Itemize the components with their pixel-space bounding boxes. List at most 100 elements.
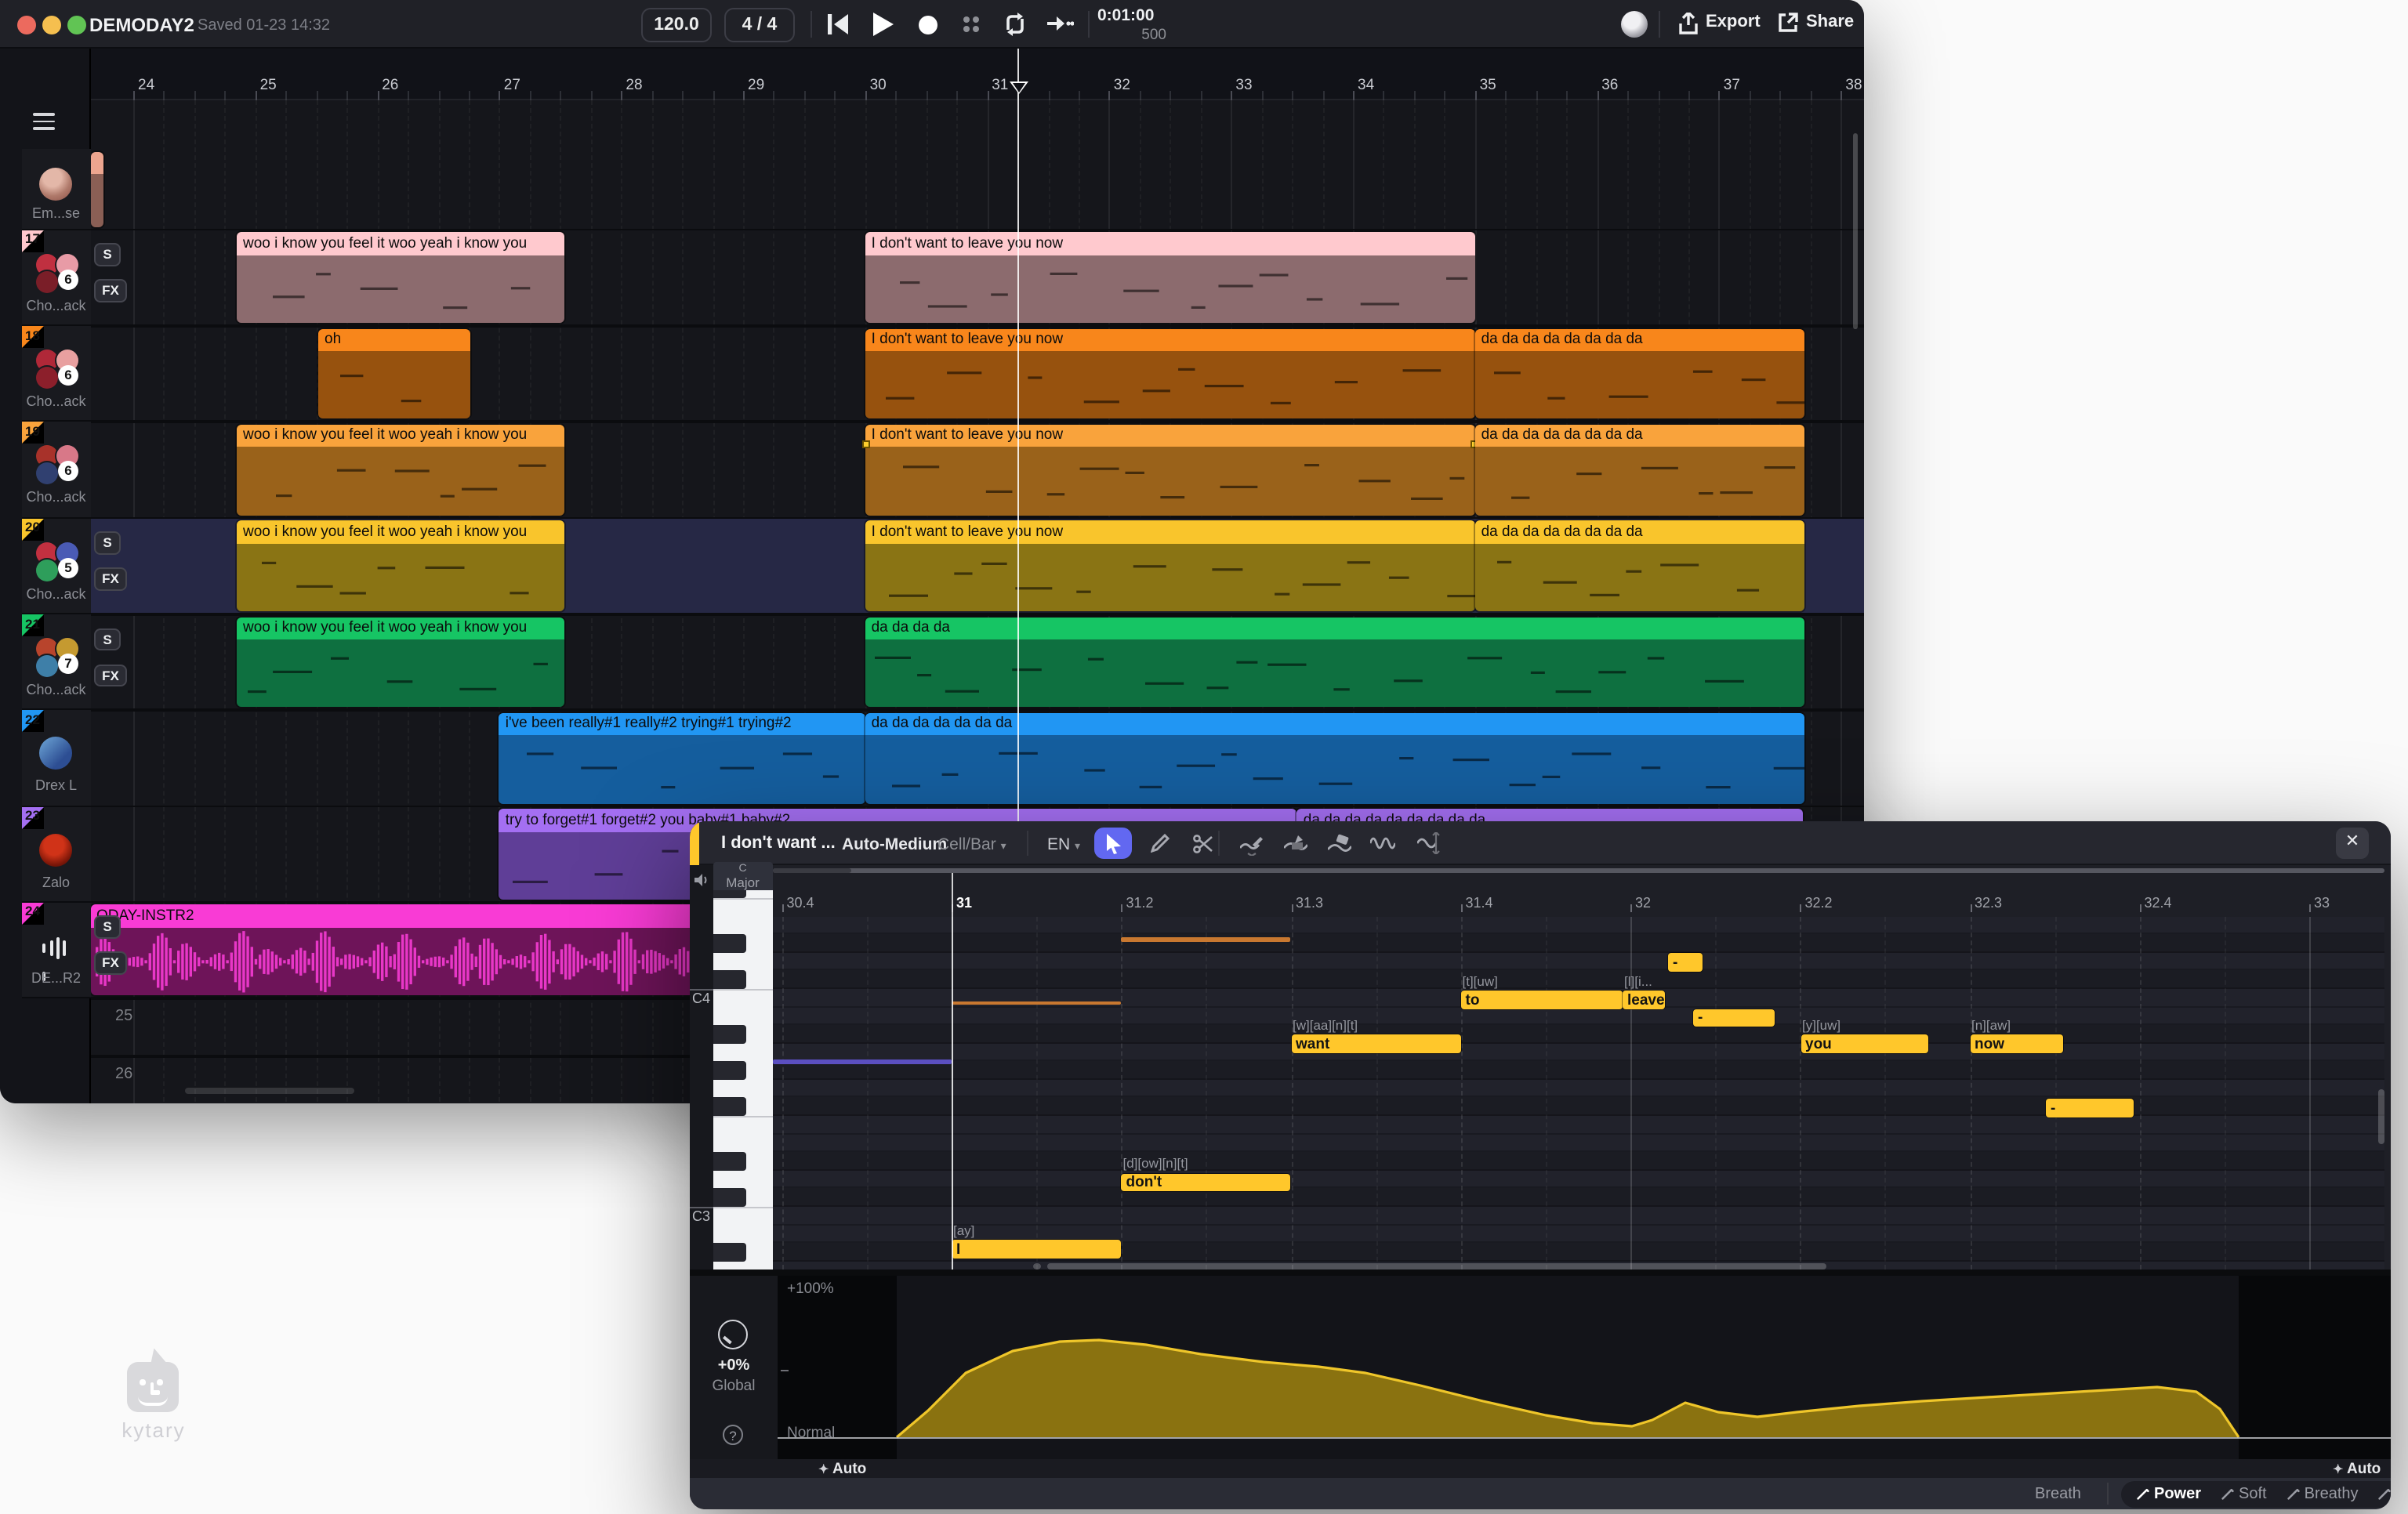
track-header[interactable]: 23Zalo [22,806,90,903]
note[interactable]: - [1668,953,1703,971]
piano-roll-vertical-scrollbar[interactable] [2378,1089,2384,1144]
metronome-dots-icon[interactable] [963,16,980,33]
record-button[interactable] [919,15,937,34]
help-icon[interactable]: ? [723,1425,743,1445]
vertical-scrollbar[interactable] [1852,133,1858,329]
divider [690,1270,2391,1276]
time-signature-field[interactable]: 4 / 4 [724,7,795,42]
voice-mode-soft[interactable]: Soft [2221,1485,2267,1502]
track-number: 20 [25,519,40,534]
pr-grid-line [867,917,869,1270]
voice-mode-power[interactable]: Power [2137,1485,2201,1502]
track-header[interactable]: Em...se [22,149,90,230]
piano-roll-horizontal-scrollbar[interactable] [1047,1263,1826,1270]
note[interactable]: now [1970,1034,2062,1052]
grid-row [772,1116,2384,1134]
track-number: 24 [25,904,40,919]
avatar [39,737,72,770]
pitch-eraser-tool-button[interactable] [1320,828,1358,859]
note-grid[interactable]: I[ay]don't[d][ow][n][t]want[w][aa][n][t]… [772,917,2384,1270]
note[interactable]: - [1693,1009,1775,1027]
pr-ruler-tick [1291,904,1293,912]
fx-button[interactable]: FX [94,664,127,686]
skip-back-icon[interactable] [828,14,850,34]
fx-button[interactable]: FX [94,567,127,590]
note[interactable]: leave [1623,991,1665,1009]
pitch-smooth-tool-button[interactable] [1409,828,1447,859]
ghost-note [1121,937,1290,941]
parameter-tab-breath[interactable]: Breath [2035,1486,2081,1503]
note[interactable]: I [952,1240,1121,1258]
vibrato-tool-button[interactable] [1364,828,1402,859]
time-display[interactable]: 0:01:00 500 [1097,6,1166,44]
track-number: 22 [25,712,40,727]
solo-button[interactable]: S [94,628,121,650]
parameter-controls: +0% Global ? [690,1276,778,1459]
note[interactable]: want [1291,1034,1460,1052]
solo-button[interactable]: S [94,244,121,266]
zoom-scroll-strip[interactable] [772,867,2384,873]
scroll-dot[interactable] [1033,1263,1041,1270]
track-header[interactable]: 22Drex L [22,711,90,807]
piano-roll-playhead[interactable] [952,873,953,1270]
loop-icon[interactable] [1003,13,1027,36]
track-header[interactable]: 196Cho...ack [22,422,90,519]
close-window-button[interactable] [17,15,36,34]
divider [1218,831,1220,856]
piano-roll-ruler[interactable]: 30.43131.231.331.43232.232.332.433 [772,873,2384,917]
playhead-marker[interactable] [1009,81,1028,103]
fx-button[interactable]: FX [94,952,127,975]
voice-mode-breathy[interactable]: Breathy [2287,1485,2359,1502]
scissors-tool-button[interactable] [1184,828,1221,859]
cursor-tool-button[interactable] [1094,828,1132,859]
avatar [39,168,72,201]
close-icon[interactable]: ✕ [2336,828,2369,859]
track-header[interactable]: 24DE...R2 [22,903,90,999]
language-select[interactable]: EN ▾ [1047,835,1080,853]
track-header[interactable]: 186Cho...ack [22,326,90,422]
pencil-tool-button[interactable] [1141,828,1179,859]
note[interactable]: you [1801,1034,1927,1052]
minimize-window-button[interactable] [42,15,61,34]
track-number: 19 [25,423,40,439]
auto-button-left[interactable]: ✦ Auto [818,1460,866,1477]
sing-mode-select[interactable]: Auto-Medium [842,835,947,853]
share-icon[interactable] [1778,13,1798,33]
pr-grid-line [2309,917,2311,1270]
grid-row [772,1043,2384,1061]
export-button[interactable]: Export [1706,13,1761,31]
export-icon[interactable] [1679,13,1698,34]
auto-button-right[interactable]: ✦ Auto [2333,1460,2381,1477]
horizontal-scrollbar[interactable] [184,1088,354,1094]
fx-button[interactable]: FX [94,280,127,302]
pr-grid-line [1885,917,1887,1270]
note[interactable]: don't [1122,1173,1291,1191]
time-main: 0:01:00 [1097,6,1166,25]
voice-mode-chest[interactable]: Chest [2379,1485,2391,1502]
note[interactable]: to [1461,991,1623,1009]
grid-setting-select[interactable]: Cell/Bar ▾ [937,835,1006,853]
singer-count-badge: 6 [58,462,78,482]
share-button[interactable]: Share [1806,13,1854,31]
pr-ruler-label: 31.3 [1296,895,1323,911]
grid-row [772,1025,2384,1043]
track-header[interactable]: 176Cho...ack [22,230,90,327]
track-name: Cho...ack [22,298,90,313]
parameter-envelope-area[interactable]: +100% Normal [778,1276,2391,1459]
user-avatar[interactable] [1621,11,1648,38]
grid-row [772,1098,2384,1116]
divider [1659,11,1660,38]
track-header[interactable]: 205Cho...ack [22,518,90,614]
follow-playhead-icon[interactable] [1047,16,1074,31]
play-button[interactable] [873,13,894,36]
track-name: Zalo [22,874,90,889]
parameter-knob[interactable] [718,1320,748,1349]
solo-button[interactable]: S [94,531,121,554]
track-header[interactable]: 217Cho...ack [22,614,90,711]
note[interactable]: - [2046,1099,2134,1117]
zoom-window-button[interactable] [67,15,86,34]
tempo-field[interactable]: 120.0 [641,7,712,42]
pitch-pen-tool-button[interactable] [1232,828,1270,859]
pitch-anchor-tool-button[interactable] [1276,828,1314,859]
solo-button[interactable]: S [94,916,121,939]
